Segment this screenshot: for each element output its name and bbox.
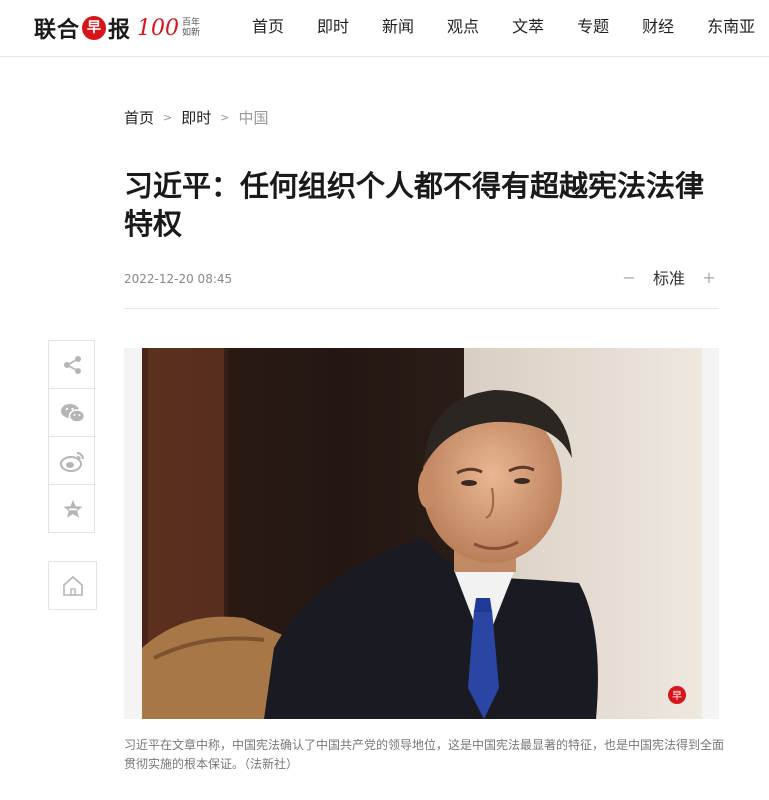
font-size-control: − 标准 + [619, 265, 719, 289]
home-icon [62, 575, 83, 596]
nav-item-news[interactable]: 新闻 [382, 16, 414, 38]
favorite-button[interactable] [49, 485, 96, 532]
site-logo[interactable]: 联合早报 100 百年如新 [34, 13, 204, 44]
nav-item-special[interactable]: 专题 [577, 16, 609, 38]
nav-item-sea[interactable]: 东南亚 [707, 16, 755, 38]
breadcrumb-china[interactable]: 中国 [238, 107, 268, 128]
breadcrumb: 首页 > 即时 > 中国 [124, 107, 268, 128]
nav-item-finance[interactable]: 财经 [642, 16, 674, 38]
weibo-button[interactable] [49, 437, 96, 485]
share-button[interactable] [49, 341, 96, 389]
font-size-label: 标准 [652, 269, 685, 288]
share-icon [63, 355, 81, 374]
main-nav: 首页 即时 新闻 观点 文萃 专题 财经 东南亚 [252, 16, 755, 38]
portrait-image: 早 [124, 348, 719, 719]
nav-item-home[interactable]: 首页 [252, 16, 284, 38]
breadcrumb-separator: > [163, 111, 173, 124]
logo-anniversary: 100 [137, 15, 180, 41]
home-button[interactable] [48, 561, 97, 610]
favorite-icon [63, 499, 82, 518]
font-decrease-button[interactable]: − [619, 268, 639, 287]
logo-text-2: 报 [108, 17, 132, 43]
font-increase-button[interactable]: + [699, 268, 719, 287]
article-photo: 早 [124, 348, 719, 719]
nav-item-realtime[interactable]: 即时 [317, 16, 349, 38]
logo-badge: 早 [82, 16, 107, 40]
wechat-icon [60, 403, 85, 423]
photo-caption: 习近平在文章中称，中国宪法确认了中国共产党的领导地位，这是中国宪法最显著的特征，… [124, 738, 725, 771]
nav-item-opinion[interactable]: 观点 [447, 16, 479, 38]
logo-text: 联合 [34, 17, 81, 43]
share-rail [48, 340, 97, 610]
publish-date: 2022-12-20 08:45 [124, 272, 233, 286]
breadcrumb-realtime[interactable]: 即时 [181, 107, 211, 128]
photo-watermark: 早 [672, 690, 682, 702]
nav-item-digest[interactable]: 文萃 [512, 16, 544, 38]
share-group [48, 340, 96, 533]
breadcrumb-separator: > [220, 111, 230, 124]
article-title: 习近平：任何组织个人都不得有超越宪法法律特权 [124, 169, 705, 241]
article-meta: 2022-12-20 08:45 − 标准 + [124, 264, 719, 309]
wechat-button[interactable] [49, 389, 96, 437]
breadcrumb-home[interactable]: 首页 [124, 107, 154, 128]
top-bar: 联合早报 100 百年如新 首页 即时 新闻 观点 文萃 专题 财经 东南亚 [0, 0, 769, 57]
weibo-icon [59, 451, 84, 472]
logo-tagline: 百年如新 [182, 18, 201, 38]
